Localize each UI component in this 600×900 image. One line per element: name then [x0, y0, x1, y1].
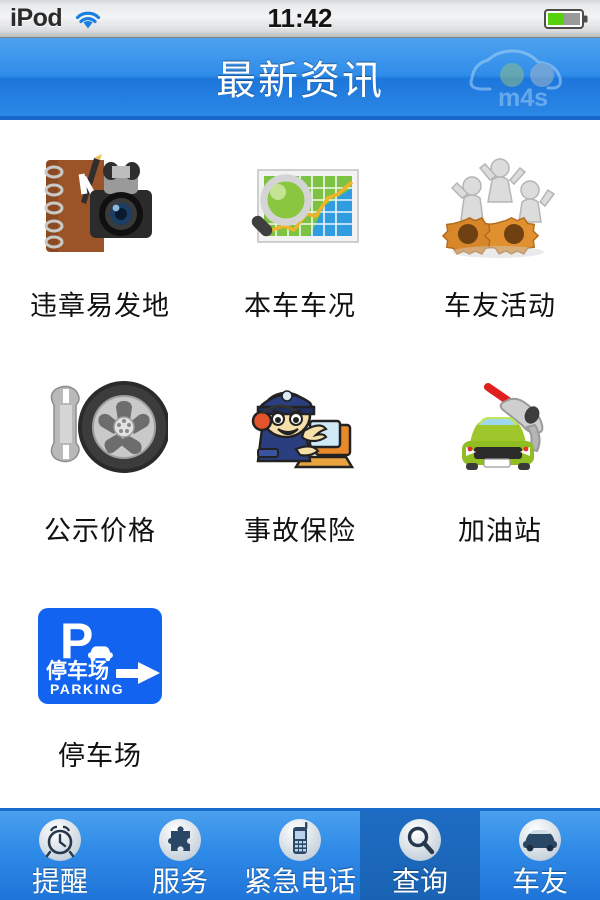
- grid-item-2[interactable]: 车友活动: [400, 142, 600, 367]
- tab-label: 查询: [391, 866, 448, 897]
- tab-search[interactable]: 查询: [360, 811, 480, 900]
- car-cloud-logo-icon: m4s: [458, 44, 588, 112]
- grid-item-5[interactable]: 加油站: [400, 367, 600, 592]
- tab-label: 紧急电话: [243, 866, 356, 897]
- police-operator-icon: [232, 367, 368, 495]
- parking-english: PARKING: [50, 681, 124, 697]
- tab-label: 车友: [511, 866, 568, 897]
- wrench-wheel-icon: [32, 367, 168, 495]
- tab-label: 服务: [151, 866, 208, 897]
- alarm-clock-icon: [37, 817, 83, 863]
- grid-item-4[interactable]: 事故保险: [200, 367, 400, 592]
- tab-car-friends[interactable]: 车友: [480, 811, 600, 900]
- people-gears-icon: [432, 142, 568, 270]
- grid-item-1[interactable]: 本车车况: [200, 142, 400, 367]
- status-bar: iPod 11:42: [0, 0, 600, 38]
- chart-magnifier-icon: [232, 142, 368, 270]
- car-fuel-nozzle-icon: [432, 367, 568, 495]
- tab-label: 提醒: [31, 866, 88, 897]
- grid-item-label: 事故保险: [244, 516, 356, 546]
- battery-icon: [544, 9, 588, 29]
- tab-bar: 提醒 服务 紧急电话 查询 车友: [0, 808, 600, 900]
- search-magnifier-icon: [397, 817, 443, 863]
- status-clock: 11:42: [267, 3, 333, 33]
- grid-item-label: 车友活动: [444, 291, 556, 321]
- notebook-camera-icon: [32, 142, 168, 270]
- grid-item-label: 停车场: [58, 741, 142, 771]
- grid-item-label: 公示价格: [44, 516, 156, 546]
- page-title: 最新资讯: [216, 59, 384, 103]
- tab-emergency-call[interactable]: 紧急电话: [240, 811, 360, 900]
- app-screen: iPod 11:42 最新资讯 m4s 违章易发地 本车车况 车友活动 公示价格…: [0, 0, 600, 900]
- tab-reminder[interactable]: 提醒: [0, 811, 120, 900]
- tab-services[interactable]: 服务: [120, 811, 240, 900]
- car-icon: [517, 817, 563, 863]
- grid-item-0[interactable]: 违章易发地: [0, 142, 200, 367]
- parking-sign-icon: P 停车场 PARKING: [32, 592, 168, 720]
- parking-chinese: 停车场: [46, 659, 109, 683]
- grid-item-label: 违章易发地: [30, 291, 170, 321]
- nav-bar: 最新资讯 m4s: [0, 38, 600, 120]
- mobile-phone-icon: [277, 817, 323, 863]
- icon-grid: 违章易发地 本车车况 车友活动 公示价格 事故保险 加油站 P 停车场 PARK…: [0, 124, 600, 808]
- grid-item-label: 加油站: [458, 516, 542, 546]
- grid-item-label: 本车车况: [244, 291, 356, 321]
- puzzle-piece-icon: [157, 817, 203, 863]
- grid-item-6[interactable]: P 停车场 PARKING 停车场: [0, 592, 200, 817]
- watermark-text: m4s: [498, 84, 548, 110]
- grid-item-3[interactable]: 公示价格: [0, 367, 200, 592]
